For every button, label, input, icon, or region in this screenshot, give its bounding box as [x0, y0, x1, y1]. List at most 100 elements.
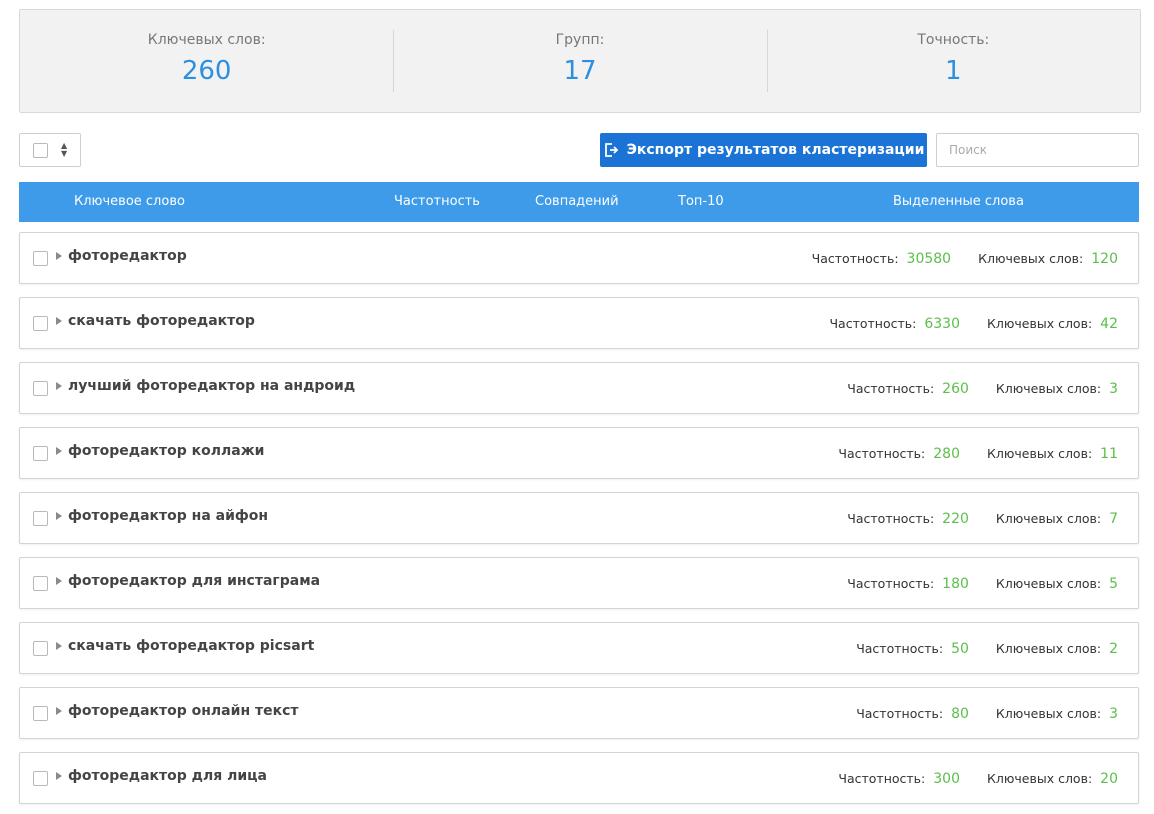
caret-right-icon[interactable]	[56, 707, 62, 715]
table-row[interactable]: скачать фоторедактор picsart Частотность:…	[19, 622, 1139, 674]
stat-value: 260	[181, 56, 232, 86]
row-keyword: фоторедактор для лица	[68, 768, 267, 784]
select-all-dropdown[interactable]: ▲ ▼	[19, 133, 81, 167]
row-keyword: фоторедактор коллажи	[68, 443, 265, 459]
stat-keywords: Ключевых слов: 260	[20, 10, 393, 112]
caret-right-icon[interactable]	[56, 317, 62, 325]
table-row[interactable]: фоторедактор для лица Частотность: 300 Ключ…	[19, 752, 1139, 804]
row-keyword: фоторедактор	[68, 248, 187, 264]
caret-right-icon[interactable]	[56, 447, 62, 455]
caret-right-icon[interactable]	[56, 382, 62, 390]
frequency-value: 6330	[924, 316, 960, 332]
column-frequency[interactable]: Частотность	[394, 194, 480, 209]
frequency-value: 50	[951, 641, 969, 657]
table-row[interactable]: скачать фоторедактор Частотность: 6330 Ключ…	[19, 297, 1139, 349]
keywords-label: Ключевых слов:	[978, 251, 1084, 266]
sort-arrows-icon: ▲ ▼	[61, 141, 68, 158]
table-row[interactable]: фоторедактор коллажи Частотность: 280 Ключе…	[19, 427, 1139, 479]
row-keyword: лучший фоторедактор на андроид	[68, 378, 356, 394]
frequency-label: Частотность:	[838, 771, 926, 786]
column-highlighted-words[interactable]: Выделенные слова	[893, 194, 1024, 209]
keywords-value: 120	[1091, 251, 1118, 267]
keywords-value: 3	[1109, 706, 1118, 722]
keywords-label: Ключевых слов:	[995, 576, 1102, 591]
caret-right-icon[interactable]	[56, 577, 62, 585]
keywords-value: 20	[1100, 771, 1118, 787]
frequency-label: Частотность:	[838, 446, 926, 461]
row-meta: Частотность: 80 Ключевых слов: 3	[856, 706, 1118, 722]
frequency-label: Частотность:	[847, 576, 935, 591]
frequency-value: 280	[933, 446, 960, 462]
stat-value: 1	[945, 56, 962, 86]
row-checkbox[interactable]	[33, 771, 48, 786]
table-row[interactable]: фоторедактор онлайн текст Частотность: 80 К…	[19, 687, 1139, 739]
table-row[interactable]: фоторедактор Частотность: 30580 Ключевых сл…	[19, 232, 1139, 284]
stat-accuracy: Точность: 1	[766, 10, 1140, 112]
stat-groups: Групп: 17	[393, 10, 766, 112]
caret-right-icon[interactable]	[56, 772, 62, 780]
frequency-value: 180	[942, 576, 969, 592]
column-keyword[interactable]: Ключевое слово	[74, 194, 185, 209]
keywords-value: 2	[1109, 641, 1118, 657]
export-button-label: Экспорт результатов кластеризации	[626, 142, 925, 158]
frequency-label: Частотность:	[856, 706, 944, 721]
export-button[interactable]: Экспорт результатов кластеризации	[600, 133, 927, 167]
frequency-label: Частотность:	[829, 316, 917, 331]
row-meta: Частотность: 30580 Ключевых слов: 120	[812, 251, 1118, 267]
frequency-value: 220	[942, 511, 969, 527]
select-all-checkbox[interactable]	[33, 143, 48, 158]
row-keyword: скачать фоторедактор picsart	[68, 638, 315, 654]
row-checkbox[interactable]	[33, 381, 48, 396]
keywords-label: Ключевых слов:	[987, 771, 1093, 786]
keywords-value: 5	[1109, 576, 1118, 592]
row-keyword: скачать фоторедактор	[68, 313, 255, 329]
row-keyword: фоторедактор на айфон	[68, 508, 269, 524]
table-header: Ключевое слово Частотность Совпадений То…	[19, 182, 1139, 222]
caret-right-icon[interactable]	[56, 252, 62, 260]
stat-label: Точность:	[917, 32, 990, 48]
keywords-label: Ключевых слов:	[995, 641, 1102, 656]
column-matches[interactable]: Совпадений	[535, 194, 619, 209]
caret-right-icon[interactable]	[56, 642, 62, 650]
frequency-label: Частотность:	[847, 381, 935, 396]
frequency-label: Частотность:	[856, 641, 944, 656]
frequency-value: 260	[942, 381, 969, 397]
row-checkbox[interactable]	[33, 641, 48, 656]
row-keyword: фоторедактор для инстаграма	[68, 573, 321, 589]
table-row[interactable]: лучший фоторедактор на андроид Частотност…	[19, 362, 1139, 414]
row-checkbox[interactable]	[33, 511, 48, 526]
keywords-label: Ключевых слов:	[987, 316, 1093, 331]
row-checkbox[interactable]	[33, 446, 48, 461]
row-checkbox[interactable]	[33, 316, 48, 331]
frequency-value: 300	[933, 771, 960, 787]
row-meta: Частотность: 220 Ключевых слов: 7	[847, 511, 1118, 527]
frequency-value: 80	[951, 706, 969, 722]
stat-value: 17	[563, 56, 597, 86]
row-checkbox[interactable]	[33, 576, 48, 591]
frequency-label: Частотность:	[847, 511, 935, 526]
column-top10[interactable]: Топ-10	[678, 194, 724, 209]
row-meta: Частотность: 180 Ключевых слов: 5	[847, 576, 1118, 592]
search-input[interactable]	[936, 133, 1139, 167]
keywords-label: Ключевых слов:	[995, 511, 1102, 526]
keywords-value: 42	[1100, 316, 1118, 332]
row-keyword: фоторедактор онлайн текст	[68, 703, 299, 719]
table-row[interactable]: фоторедактор для инстаграма Частотность: 1…	[19, 557, 1139, 609]
frequency-value: 30580	[906, 251, 952, 267]
caret-right-icon[interactable]	[56, 512, 62, 520]
row-meta: Частотность: 260 Ключевых слов: 3	[847, 381, 1118, 397]
row-meta: Частотность: 300 Ключевых слов: 20	[838, 771, 1118, 787]
keywords-label: Ключевых слов:	[995, 381, 1102, 396]
keywords-label: Ключевых слов:	[995, 706, 1102, 721]
row-meta: Частотность: 6330 Ключевых слов: 42	[829, 316, 1118, 332]
frequency-label: Частотность:	[811, 251, 899, 266]
row-meta: Частотность: 50 Ключевых слов: 2	[856, 641, 1118, 657]
row-checkbox[interactable]	[33, 706, 48, 721]
export-icon	[604, 143, 618, 157]
stat-label: Групп:	[555, 32, 605, 48]
row-meta: Частотность: 280 Ключевых слов: 11	[838, 446, 1118, 462]
keywords-value: 11	[1100, 446, 1118, 462]
table-row[interactable]: фоторедактор на айфон Частотность: 220 Ключ…	[19, 492, 1139, 544]
stat-label: Ключевых слов:	[147, 32, 266, 48]
row-checkbox[interactable]	[33, 251, 48, 266]
